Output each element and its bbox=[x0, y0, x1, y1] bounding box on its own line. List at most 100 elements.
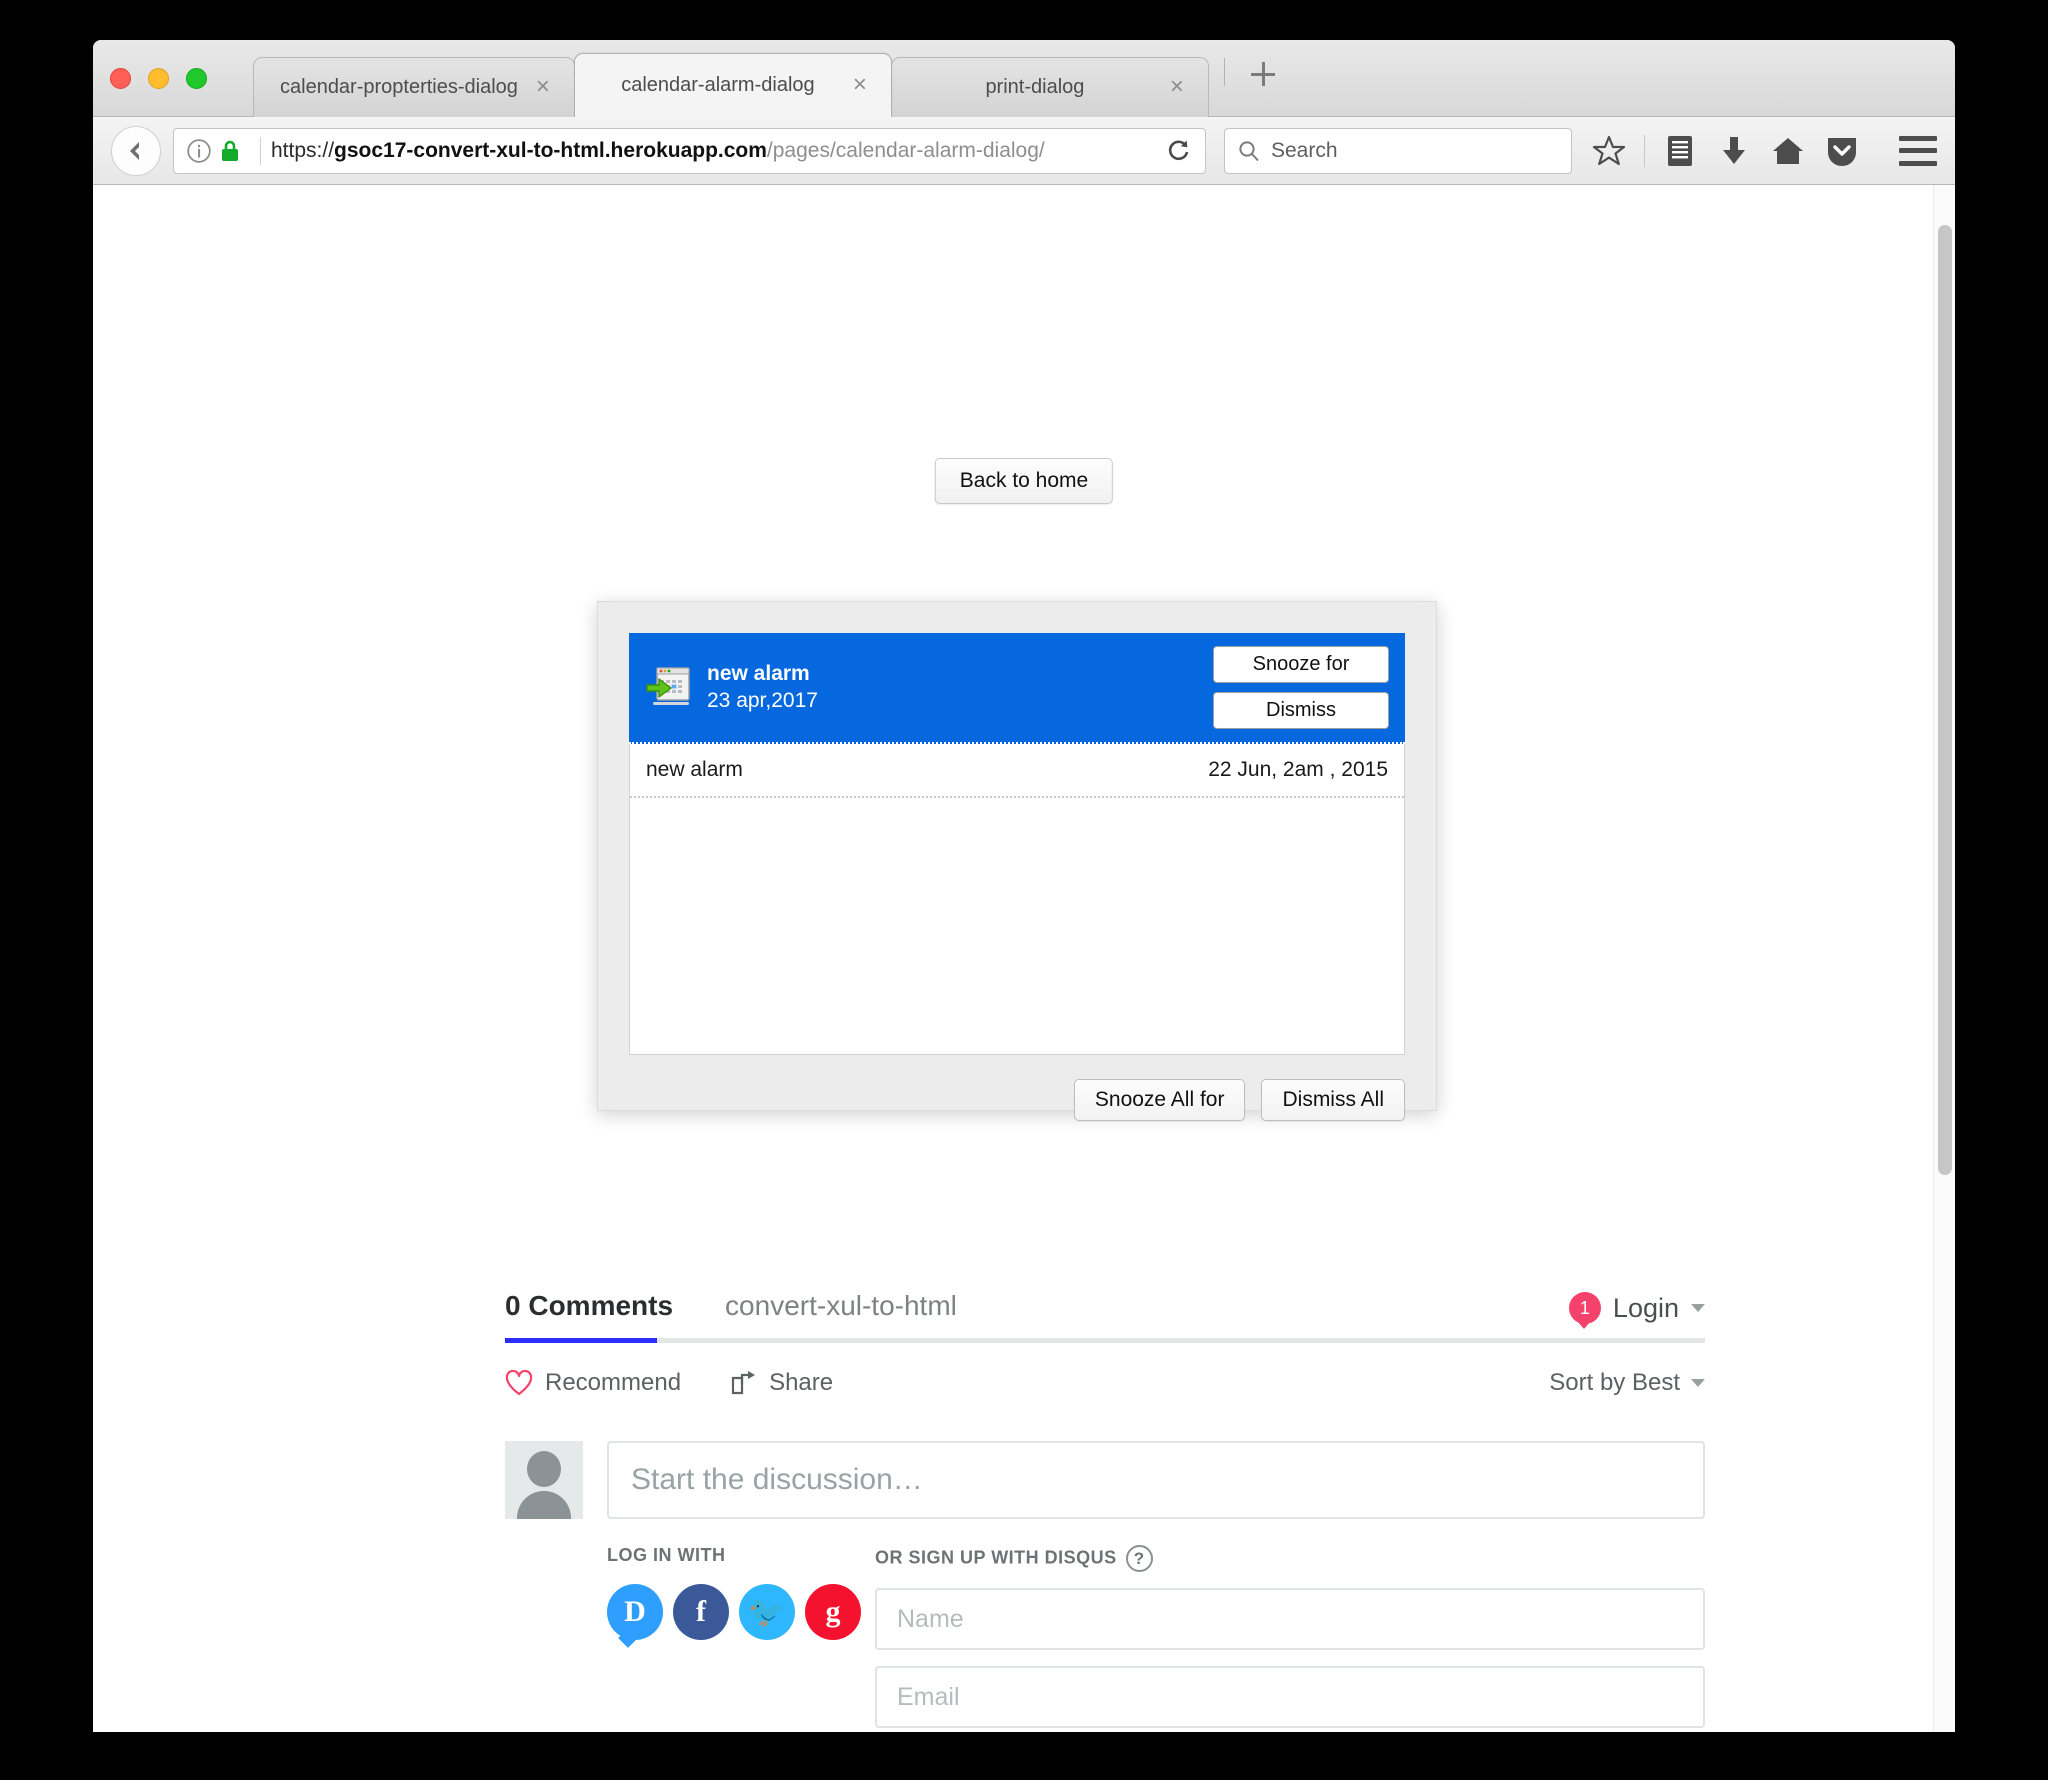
snooze-all-button[interactable]: Snooze All for bbox=[1073, 1079, 1246, 1121]
navigation-toolbar: https://gsoc17-convert-xul-to-html.herok… bbox=[93, 117, 1955, 185]
pocket-glyph bbox=[1828, 137, 1856, 166]
url-scheme: https:// bbox=[271, 138, 335, 162]
alarm-header: new alarm 23 apr,2017 Snooze for Dismiss bbox=[629, 633, 1405, 744]
social-login-row: D f 🐦 g bbox=[607, 1584, 875, 1640]
name-field[interactable]: Name bbox=[875, 1588, 1705, 1650]
page-scrollbar[interactable] bbox=[1933, 185, 1955, 1732]
comment-composer: Start the discussion… bbox=[505, 1441, 1705, 1519]
tab-label: print-dialog bbox=[985, 76, 1085, 98]
bookmark-star-icon[interactable] bbox=[1590, 132, 1628, 170]
help-icon[interactable]: ? bbox=[1125, 1545, 1153, 1572]
home-glyph bbox=[1773, 137, 1803, 164]
close-icon[interactable]: × bbox=[1164, 74, 1190, 101]
close-window-button[interactable] bbox=[110, 68, 131, 89]
back-arrow-icon bbox=[130, 141, 139, 160]
tab-label: calendar-alarm-dialog bbox=[621, 74, 815, 96]
recommend-label: Recommend bbox=[545, 1369, 682, 1396]
close-icon[interactable]: × bbox=[847, 72, 873, 99]
url-host: gsoc17-convert-xul-to-html.herokuapp.com bbox=[334, 138, 767, 162]
sort-selector[interactable]: Sort by Best bbox=[1549, 1369, 1705, 1397]
alarm-actions: Snooze for Dismiss bbox=[1213, 646, 1389, 729]
star-glyph bbox=[1592, 135, 1626, 165]
chevron-down-icon[interactable] bbox=[1691, 1304, 1705, 1312]
url-path: /pages/calendar-alarm-dialog/ bbox=[766, 138, 1045, 162]
search-input[interactable]: Search bbox=[1224, 127, 1572, 174]
thread-name[interactable]: convert-xul-to-html bbox=[725, 1290, 957, 1322]
recommend-button[interactable]: Recommend bbox=[505, 1369, 681, 1397]
login-control[interactable]: 1 Login bbox=[1568, 1292, 1705, 1329]
calendar-alarm-icon bbox=[646, 666, 690, 705]
sort-label: Sort by Best bbox=[1549, 1369, 1680, 1396]
search-icon bbox=[1239, 140, 1259, 161]
google-login-icon[interactable]: g bbox=[805, 1584, 861, 1640]
twitter-login-icon[interactable]: 🐦 bbox=[739, 1584, 795, 1640]
alarm-date: 23 apr,2017 bbox=[707, 688, 818, 712]
signup-area: LOG IN WITH D f 🐦 g OR SIGN UP WITH DISQ… bbox=[505, 1545, 1705, 1732]
download-glyph bbox=[1723, 136, 1745, 164]
lock-icon[interactable] bbox=[220, 139, 240, 163]
library-icon[interactable] bbox=[1661, 132, 1699, 170]
search-placeholder: Search bbox=[1271, 138, 1338, 162]
minimize-window-button[interactable] bbox=[148, 68, 169, 89]
page-content: Back to home new alarm 23 apr,2017 Snooz… bbox=[93, 185, 1955, 1732]
alarm-row-title: new alarm bbox=[646, 758, 743, 781]
signup-label-row: OR SIGN UP WITH DISQUS? bbox=[875, 1545, 1705, 1572]
signup-fields: OR SIGN UP WITH DISQUS? Name Email Passw… bbox=[875, 1545, 1705, 1732]
tab-label: calendar-propterties-dialog bbox=[280, 76, 518, 98]
alarm-head-text: new alarm 23 apr,2017 bbox=[707, 660, 1213, 716]
email-field[interactable]: Email bbox=[875, 1666, 1705, 1728]
menu-icon[interactable] bbox=[1899, 135, 1937, 166]
new-tab-button[interactable] bbox=[1243, 54, 1283, 94]
pocket-icon[interactable] bbox=[1823, 132, 1861, 170]
toolbar-icons bbox=[1590, 132, 1937, 170]
download-icon[interactable] bbox=[1715, 132, 1753, 170]
browser-window: calendar-propterties-dialog × calendar-a… bbox=[93, 40, 1955, 1732]
dialog-footer: Snooze All for Dismiss All bbox=[629, 1079, 1405, 1121]
comment-input[interactable]: Start the discussion… bbox=[607, 1441, 1705, 1519]
chevron-down-icon bbox=[1691, 1379, 1705, 1387]
url-bar[interactable]: https://gsoc17-convert-xul-to-html.herok… bbox=[173, 127, 1206, 174]
login-with-label: LOG IN WITH bbox=[607, 1545, 726, 1565]
tab-calendar-properties-dialog[interactable]: calendar-propterties-dialog × bbox=[253, 57, 575, 117]
heart-icon bbox=[505, 1370, 533, 1396]
login-label[interactable]: Login bbox=[1613, 1293, 1679, 1324]
home-icon[interactable] bbox=[1769, 132, 1807, 170]
maximize-window-button[interactable] bbox=[186, 68, 207, 89]
dismiss-button[interactable]: Dismiss bbox=[1213, 692, 1389, 729]
reload-icon bbox=[1168, 140, 1189, 160]
close-icon[interactable]: × bbox=[530, 74, 556, 101]
alarm-list: new alarm 22 Jun, 2am , 2015 bbox=[629, 744, 1405, 1055]
tab-print-dialog[interactable]: print-dialog × bbox=[890, 57, 1209, 117]
alarm-title: new alarm bbox=[707, 661, 810, 685]
facebook-login-icon[interactable]: f bbox=[673, 1584, 729, 1640]
divider bbox=[1223, 57, 1225, 86]
tabs: calendar-propterties-dialog × calendar-a… bbox=[253, 40, 1283, 117]
scrollbar-thumb[interactable] bbox=[1938, 225, 1952, 1175]
dismiss-all-button[interactable]: Dismiss All bbox=[1261, 1079, 1405, 1121]
alarm-row-when: 22 Jun, 2am , 2015 bbox=[1208, 758, 1388, 781]
tab-strip: calendar-propterties-dialog × calendar-a… bbox=[93, 40, 1955, 117]
login-with-block: LOG IN WITH D f 🐦 g bbox=[607, 1545, 875, 1732]
share-label: Share bbox=[769, 1369, 834, 1396]
snooze-for-button[interactable]: Snooze for bbox=[1213, 646, 1389, 683]
share-button[interactable]: Share bbox=[729, 1369, 833, 1397]
window-controls bbox=[110, 68, 207, 89]
signup-label: OR SIGN UP WITH DISQUS bbox=[875, 1547, 1117, 1568]
divider bbox=[1644, 134, 1645, 167]
back-to-home-button[interactable]: Back to home bbox=[934, 458, 1114, 504]
back-button[interactable] bbox=[111, 125, 161, 176]
reload-button[interactable] bbox=[1159, 131, 1199, 171]
notification-badge[interactable]: 1 bbox=[1568, 1292, 1601, 1329]
divider bbox=[260, 136, 261, 165]
comments-count: 0 Comments bbox=[505, 1290, 674, 1321]
alarm-list-row[interactable]: new alarm 22 Jun, 2am , 2015 bbox=[630, 744, 1404, 798]
alarm-item: new alarm 23 apr,2017 Snooze for Dismiss… bbox=[629, 633, 1405, 1055]
avatar bbox=[505, 1441, 583, 1519]
disqus-login-icon[interactable]: D bbox=[607, 1584, 663, 1640]
info-icon[interactable] bbox=[186, 138, 212, 164]
url-text: https://gsoc17-convert-xul-to-html.herok… bbox=[271, 139, 1159, 163]
share-icon bbox=[731, 1371, 756, 1395]
calendar-alarm-dialog: new alarm 23 apr,2017 Snooze for Dismiss… bbox=[597, 601, 1437, 1121]
disqus-section: 0 Comments convert-xul-to-html 1 Login R… bbox=[505, 1290, 1705, 1732]
tab-calendar-alarm-dialog[interactable]: calendar-alarm-dialog × bbox=[573, 53, 892, 117]
